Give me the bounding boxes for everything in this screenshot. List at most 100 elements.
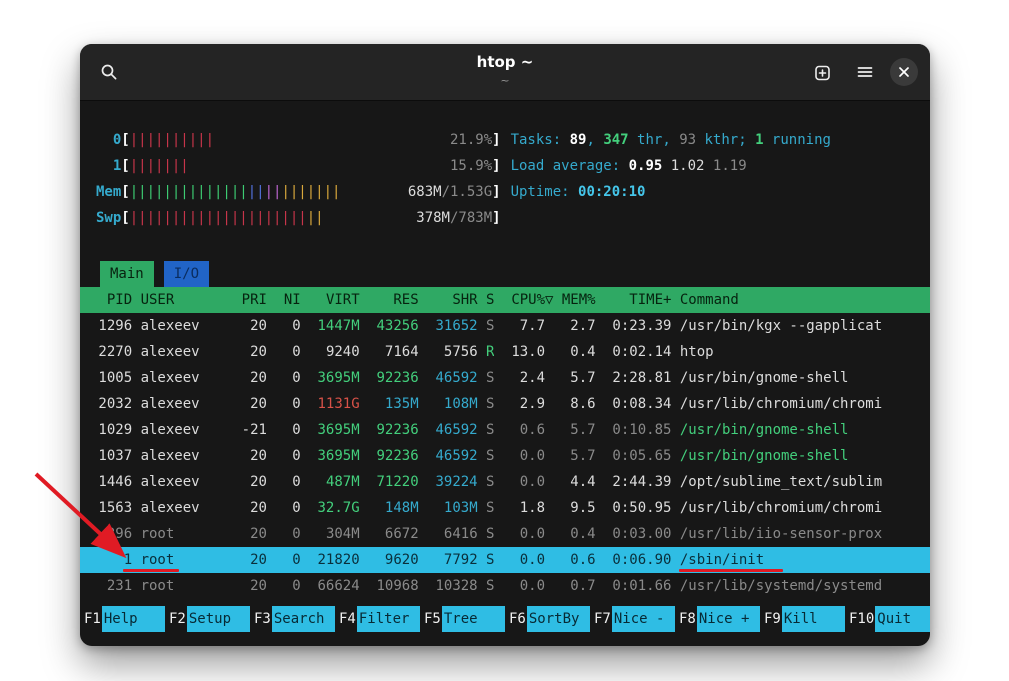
fkey-label: Quit (875, 606, 930, 632)
cell-cmd: /usr/lib/chromium/chromi (680, 495, 930, 521)
process-row-pid-2032[interactable]: 2032alexeev2001131G135M108MS2.98.60:08.3… (80, 391, 930, 417)
cell-cmd: /opt/sublime_text/sublim (680, 469, 930, 495)
column-header-time[interactable]: TIME+ (604, 287, 671, 313)
cell-pri: 20 (233, 365, 267, 391)
process-row-pid-1[interactable]: 1root2002182096207792S0.00.60:06.90/sbin… (80, 547, 930, 573)
fkey-f6[interactable]: F6SortBy (505, 606, 590, 632)
terminal-content[interactable]: 0[||||||||||21.9%]1[|||||||15.9%]Mem[|||… (80, 101, 930, 646)
column-header-pid[interactable]: PID (90, 287, 132, 313)
fkey-f3[interactable]: F3Search (250, 606, 335, 632)
stat-uptime: Uptime: 00:20:10 (511, 179, 831, 205)
cell-s: S (486, 573, 494, 599)
process-row-pid-396[interactable]: 396root200304M66726416S0.00.40:03.00/usr… (80, 521, 930, 547)
cell-ni: 0 (275, 469, 300, 495)
search-button[interactable] (92, 55, 126, 89)
cell-ni: 0 (275, 313, 300, 339)
cell-s: S (486, 443, 494, 469)
cell-pid: 2032 (90, 391, 132, 417)
cell-user: alexeev (141, 391, 225, 417)
fkey-f10[interactable]: F10Quit (845, 606, 930, 632)
cell-shr: 10328 (427, 573, 478, 599)
column-header-virt[interactable]: VIRT (309, 287, 360, 313)
column-header-shr[interactable]: SHR (427, 287, 478, 313)
cell-cmd: /usr/bin/gnome-shell (680, 443, 930, 469)
meter-label: Swp (96, 205, 121, 231)
cell-user: alexeev (141, 417, 225, 443)
fkey-number: F2 (165, 606, 187, 632)
fkey-f5[interactable]: F5Tree (420, 606, 505, 632)
column-header-cmd[interactable]: Command (680, 287, 930, 313)
cell-res: 71220 (368, 469, 419, 495)
cell-pri: 20 (233, 547, 267, 573)
cell-cmd: htop (680, 339, 930, 365)
cell-pri: 20 (233, 443, 267, 469)
menu-button[interactable] (848, 55, 882, 89)
cell-pri: 20 (233, 313, 267, 339)
cell-cpu: 0.0 (503, 469, 545, 495)
fkey-number: F10 (845, 606, 875, 632)
cell-user: alexeev (141, 495, 225, 521)
column-header-mem[interactable]: MEM% (553, 287, 595, 313)
tab-main[interactable]: Main (100, 261, 154, 287)
column-header-user[interactable]: USER (141, 287, 225, 313)
cell-virt: 1447M (309, 313, 360, 339)
cell-pid: 396 (90, 521, 132, 547)
cell-mem: 2.7 (553, 313, 595, 339)
cell-cpu: 13.0 (503, 339, 545, 365)
close-icon (898, 66, 910, 78)
cell-time: 0:01.66 (604, 573, 671, 599)
fkey-f1[interactable]: F1Help (80, 606, 165, 632)
cell-user: alexeev (141, 469, 225, 495)
cell-res: 43256 (368, 313, 419, 339)
cell-cmd: /usr/bin/kgx --gapplicat (680, 313, 930, 339)
fkey-f9[interactable]: F9Kill (760, 606, 845, 632)
sort-indicator-icon: ▽ (545, 287, 553, 313)
column-header-pri[interactable]: PRI (233, 287, 267, 313)
meter-label: Mem (96, 179, 121, 205)
cell-mem: 5.7 (553, 443, 595, 469)
column-header-cpu[interactable]: CPU% (503, 287, 545, 313)
table-header: PID USER PRI NI VIRT RES SHR S CPU%▽MEM% TIME+ Com… (80, 287, 930, 313)
cell-cpu: 0.6 (503, 417, 545, 443)
titlebar: htop ~ ~ (80, 44, 930, 101)
close-button[interactable] (890, 58, 918, 86)
column-header-res[interactable]: RES (368, 287, 419, 313)
meter-bars: |||||||||| (130, 127, 214, 153)
process-row-pid-1005[interactable]: 1005alexeev2003695M9223646592S2.45.72:28… (80, 365, 930, 391)
tab-io[interactable]: I/O (164, 261, 209, 287)
fkey-f8[interactable]: F8Nice + (675, 606, 760, 632)
fkey-number: F1 (80, 606, 102, 632)
meter-mem: Mem[|||||||||||||||||||||||||683M/1.53G] (96, 179, 501, 205)
meter-value: 21.9% (450, 127, 492, 153)
cell-time: 0:03.00 (604, 521, 671, 547)
fkey-f2[interactable]: F2Setup (165, 606, 250, 632)
fkey-label: Kill (782, 606, 845, 632)
process-row-pid-1296[interactable]: 1296alexeev2001447M4325631652S7.72.70:23… (80, 313, 930, 339)
fkey-number: F4 (335, 606, 357, 632)
new-tab-icon (814, 63, 832, 81)
cell-mem: 0.4 (553, 521, 595, 547)
fkey-f7[interactable]: F7Nice - (590, 606, 675, 632)
cell-time: 0:02.14 (604, 339, 671, 365)
column-header-s[interactable]: S (486, 287, 494, 313)
column-header-ni[interactable]: NI (275, 287, 300, 313)
meter-swp: Swp[|||||||||||||||||||||||378M/783M] (96, 205, 501, 231)
fkey-f4[interactable]: F4Filter (335, 606, 420, 632)
meter-value: 683M/1.53G (408, 179, 492, 205)
cell-shr: 46592 (427, 443, 478, 469)
process-row-pid-1029[interactable]: 1029alexeev-2103695M9223646592S0.65.70:1… (80, 417, 930, 443)
process-row-pid-1446[interactable]: 1446alexeev200487M7122039224S0.04.42:44.… (80, 469, 930, 495)
cell-virt: 21820 (309, 547, 360, 573)
stats-column: Tasks: 89, 347 thr, 93 kthr; 1 runningLo… (511, 127, 831, 231)
process-row-pid-1563[interactable]: 1563alexeev20032.7G148M103MS1.89.50:50.9… (80, 495, 930, 521)
cell-mem: 8.6 (553, 391, 595, 417)
process-row-pid-1037[interactable]: 1037alexeev2003695M9223646592S0.05.70:05… (80, 443, 930, 469)
new-tab-button[interactable] (806, 55, 840, 89)
cell-s: S (486, 313, 494, 339)
process-row-pid-2270[interactable]: 2270alexeev200924071645756R13.00.40:02.1… (80, 339, 930, 365)
cell-shr: 7792 (427, 547, 478, 573)
cell-res: 148M (368, 495, 419, 521)
cell-virt: 487M (309, 469, 360, 495)
cell-cpu: 0.0 (503, 521, 545, 547)
process-row-pid-231[interactable]: 231root200666241096810328S0.00.70:01.66/… (80, 573, 930, 599)
